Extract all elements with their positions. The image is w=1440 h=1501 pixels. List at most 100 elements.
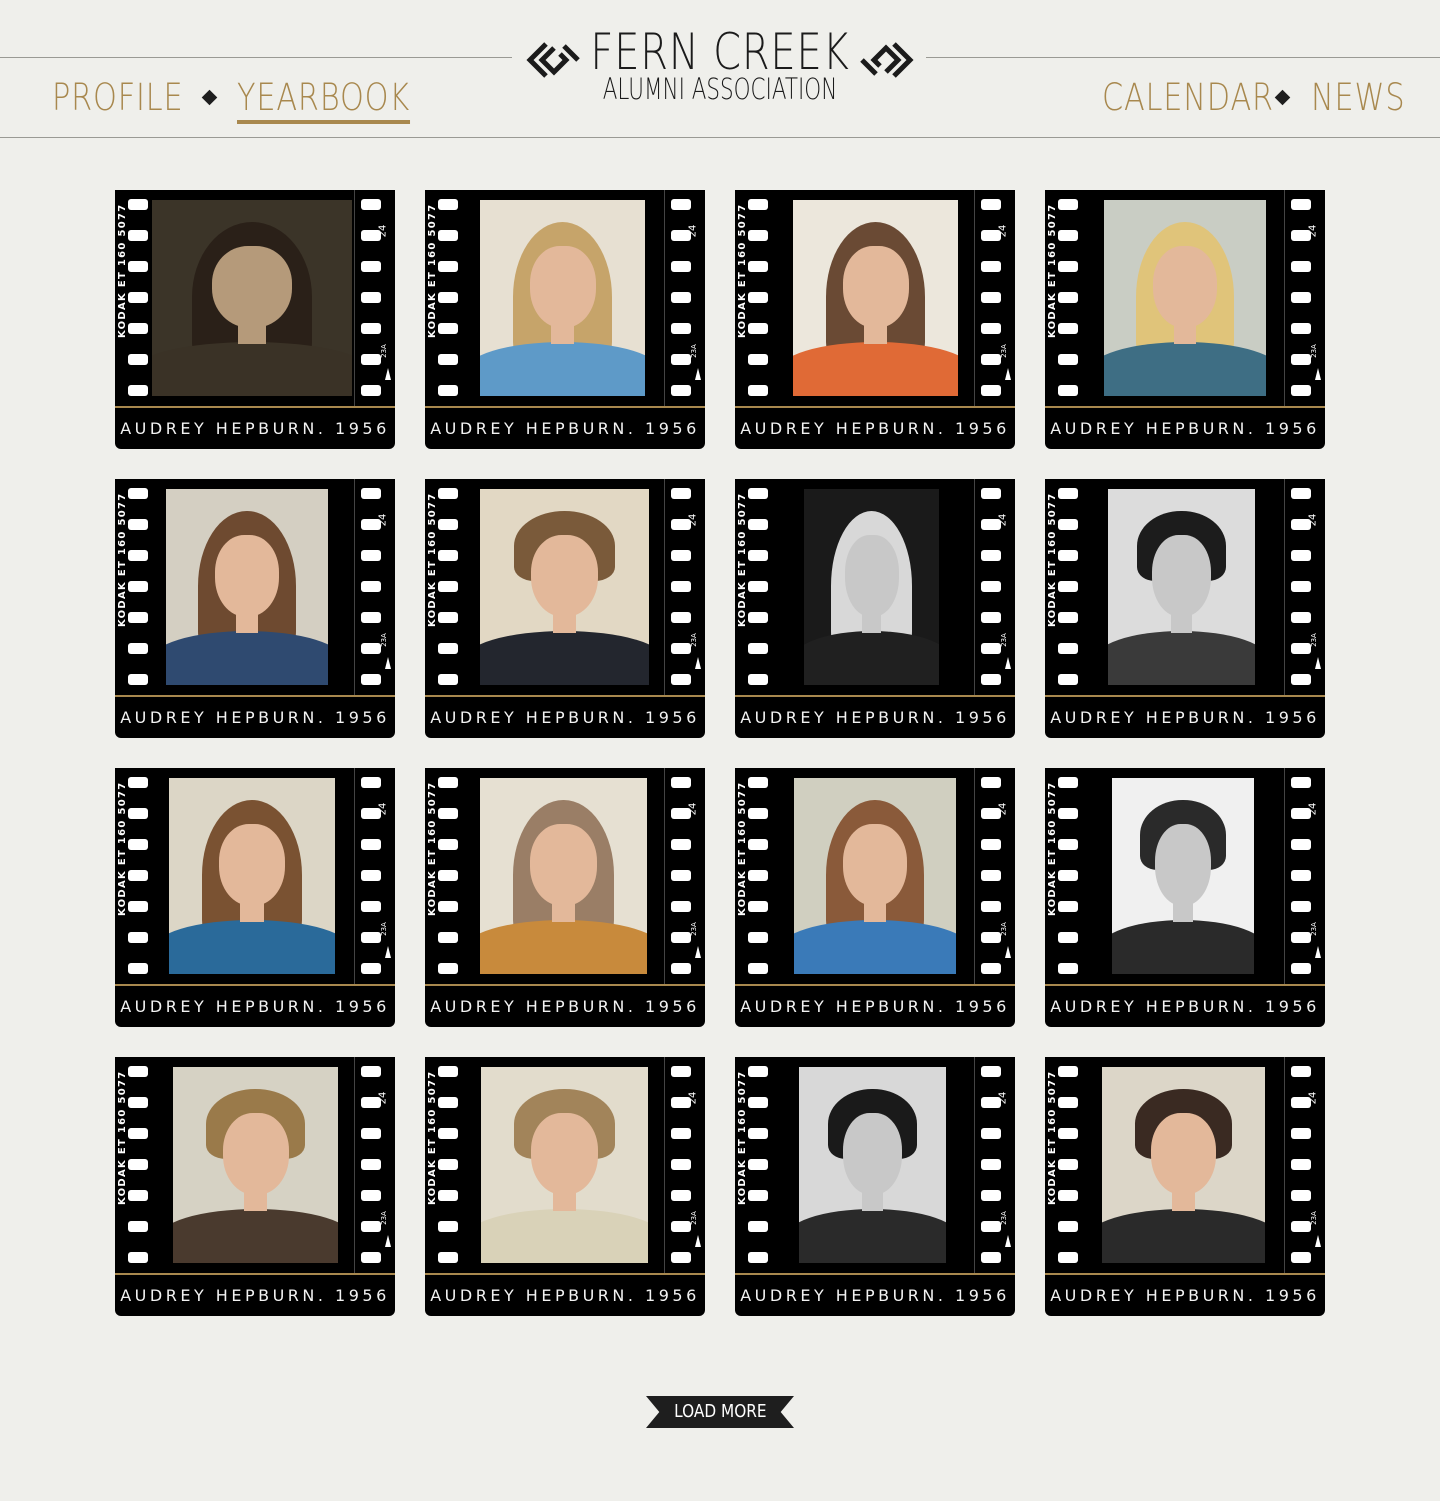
film-sprocket-hole <box>438 674 458 685</box>
film-sprocket-hole <box>1291 901 1311 912</box>
film-edge-line <box>1284 190 1285 406</box>
film-sprocket-hole <box>438 870 458 881</box>
film-sprocket-hole <box>361 488 381 499</box>
film-sprocket-hole <box>438 1097 458 1108</box>
film-edge-text: KODAK ET 160 5077 <box>737 1070 748 1206</box>
student-portrait <box>1108 489 1255 685</box>
film-sprocket-hole <box>1291 870 1311 881</box>
film-frame-subnumber: 23A <box>1309 633 1318 647</box>
portrait-face <box>212 246 292 328</box>
film-sprocket-hole <box>981 488 1001 499</box>
film-sprocket-hole <box>748 385 768 396</box>
film-edge-line <box>1284 479 1285 695</box>
yearbook-card[interactable]: KODAK ET 160 5077 24 23A AUDREY HEPBURN. 19… <box>735 1057 1015 1316</box>
portrait-face <box>842 824 908 906</box>
load-more-label: LOAD MORE <box>673 1401 767 1422</box>
film-edge-line <box>664 190 665 406</box>
film-sprocket-hole <box>748 777 768 788</box>
film-sprocket-hole <box>438 963 458 974</box>
film-sprocket-hole <box>671 1159 691 1170</box>
yearbook-caption: AUDREY HEPBURN. 1956 <box>1050 419 1320 438</box>
film-sprocket-hole <box>438 519 458 530</box>
yearbook-card[interactable]: KODAK ET 160 5077 24 23A AUDREY HEPBURN. 19… <box>1045 1057 1325 1316</box>
film-frame-number: 24 <box>1307 1091 1319 1105</box>
yearbook-card[interactable]: KODAK ET 160 5077 24 23A AUDREY HEPBURN. 19… <box>115 768 395 1027</box>
film-sprocket-hole <box>1291 1066 1311 1077</box>
logo-title: FERN CREEK <box>590 23 850 81</box>
yearbook-caption: AUDREY HEPBURN. 1956 <box>740 997 1010 1016</box>
yearbook-card[interactable]: KODAK ET 160 5077 24 23A AUDREY HEPBURN. 19… <box>735 190 1015 449</box>
yearbook-card[interactable]: KODAK ET 160 5077 24 23A AUDREY HEPBURN. 19… <box>115 479 395 738</box>
film-sprocket-hole <box>1058 963 1078 974</box>
film-sprocket-hole <box>981 777 1001 788</box>
film-sprocket-hole <box>981 1190 1001 1201</box>
film-frame-number: 24 <box>997 224 1009 238</box>
film-sprocket-hole <box>1058 519 1078 530</box>
yearbook-card[interactable]: KODAK ET 160 5077 24 23A AUDREY HEPBURN. 19… <box>1045 768 1325 1027</box>
film-sprocket-hole <box>748 963 768 974</box>
film-sprocket-hole <box>438 199 458 210</box>
student-portrait <box>481 1067 648 1263</box>
film-frame-subnumber: 23A <box>999 922 1008 936</box>
yearbook-card[interactable]: KODAK ET 160 5077 24 23A AUDREY HEPBURN. 19… <box>115 190 395 449</box>
film-sprocket-hole <box>128 839 148 850</box>
student-portrait <box>793 200 958 396</box>
film-sprocket-hole <box>981 292 1001 303</box>
film-sprocket-hole <box>128 932 148 943</box>
film-edge-line <box>974 1057 975 1273</box>
film-sprocket-hole <box>1291 292 1311 303</box>
film-sprocket-hole <box>128 1128 148 1139</box>
film-sprocket-hole <box>1058 643 1078 654</box>
site-logo[interactable]: FERN CREEK ALUMNI ASSOCIATION <box>520 22 920 112</box>
film-sprocket-hole <box>128 1190 148 1201</box>
nav-link-profile[interactable]: PROFILE <box>52 76 183 120</box>
nav-link-calendar[interactable]: CALENDAR <box>1102 76 1274 120</box>
film-arrow-icon <box>385 657 391 669</box>
film-sprocket-hole <box>671 963 691 974</box>
film-arrow-icon <box>695 657 701 669</box>
portrait-shirt <box>804 631 939 685</box>
portrait-shirt <box>794 920 956 974</box>
nav-separator-diamond <box>1274 89 1291 106</box>
yearbook-card[interactable]: KODAK ET 160 5077 24 23A AUDREY HEPBURN. 19… <box>735 479 1015 738</box>
film-arrow-icon <box>1005 946 1011 958</box>
film-sprocket-hole <box>128 963 148 974</box>
film-sprocket-hole <box>1058 199 1078 210</box>
film-frame-number: 24 <box>1307 224 1319 238</box>
film-sprocket-hole <box>1058 839 1078 850</box>
nav-link-yearbook[interactable]: YEARBOOK <box>237 76 411 124</box>
film-sprocket-hole <box>361 199 381 210</box>
nav-link-news[interactable]: NEWS <box>1311 76 1405 120</box>
film-edge-text: KODAK ET 160 5077 <box>1047 492 1058 628</box>
film-sprocket-hole <box>981 1159 1001 1170</box>
yearbook-card[interactable]: KODAK ET 160 5077 24 23A AUDREY HEPBURN. 19… <box>735 768 1015 1027</box>
film-sprocket-hole <box>128 354 148 365</box>
yearbook-card[interactable]: KODAK ET 160 5077 24 23A AUDREY HEPBURN. 19… <box>425 190 705 449</box>
film-sprocket-hole <box>1058 777 1078 788</box>
yearbook-card[interactable]: KODAK ET 160 5077 24 23A AUDREY HEPBURN. 19… <box>1045 190 1325 449</box>
film-sprocket-hole <box>1058 385 1078 396</box>
portrait-shirt <box>793 342 958 396</box>
film-frame-number: 24 <box>1307 513 1319 527</box>
yearbook-card[interactable]: KODAK ET 160 5077 24 23A AUDREY HEPBURN. 19… <box>425 768 705 1027</box>
film-sprocket-hole <box>1291 1252 1311 1263</box>
film-edge-text: KODAK ET 160 5077 <box>1047 1070 1058 1206</box>
film-sprocket-hole <box>748 1221 768 1232</box>
yearbook-card[interactable]: KODAK ET 160 5077 24 23A AUDREY HEPBURN. 19… <box>425 479 705 738</box>
film-sprocket-hole <box>128 777 148 788</box>
film-frame: KODAK ET 160 5077 24 23A <box>1045 768 1325 984</box>
film-arrow-icon <box>1005 1235 1011 1247</box>
film-edge-line <box>354 768 355 984</box>
yearbook-card[interactable]: KODAK ET 160 5077 24 23A AUDREY HEPBURN. 19… <box>115 1057 395 1316</box>
film-frame-number: 24 <box>687 224 699 238</box>
yearbook-card[interactable]: KODAK ET 160 5077 24 23A AUDREY HEPBURN. 19… <box>425 1057 705 1316</box>
film-edge-text: KODAK ET 160 5077 <box>117 1070 128 1206</box>
film-sprocket-hole <box>748 550 768 561</box>
film-sprocket-hole <box>748 674 768 685</box>
film-sprocket-hole <box>1058 230 1078 241</box>
film-sprocket-hole <box>748 839 768 850</box>
load-more-button[interactable]: LOAD MORE <box>646 1396 794 1428</box>
film-edge-line <box>664 768 665 984</box>
yearbook-card[interactable]: KODAK ET 160 5077 24 23A AUDREY HEPBURN. 19… <box>1045 479 1325 738</box>
film-sprocket-hole <box>128 808 148 819</box>
